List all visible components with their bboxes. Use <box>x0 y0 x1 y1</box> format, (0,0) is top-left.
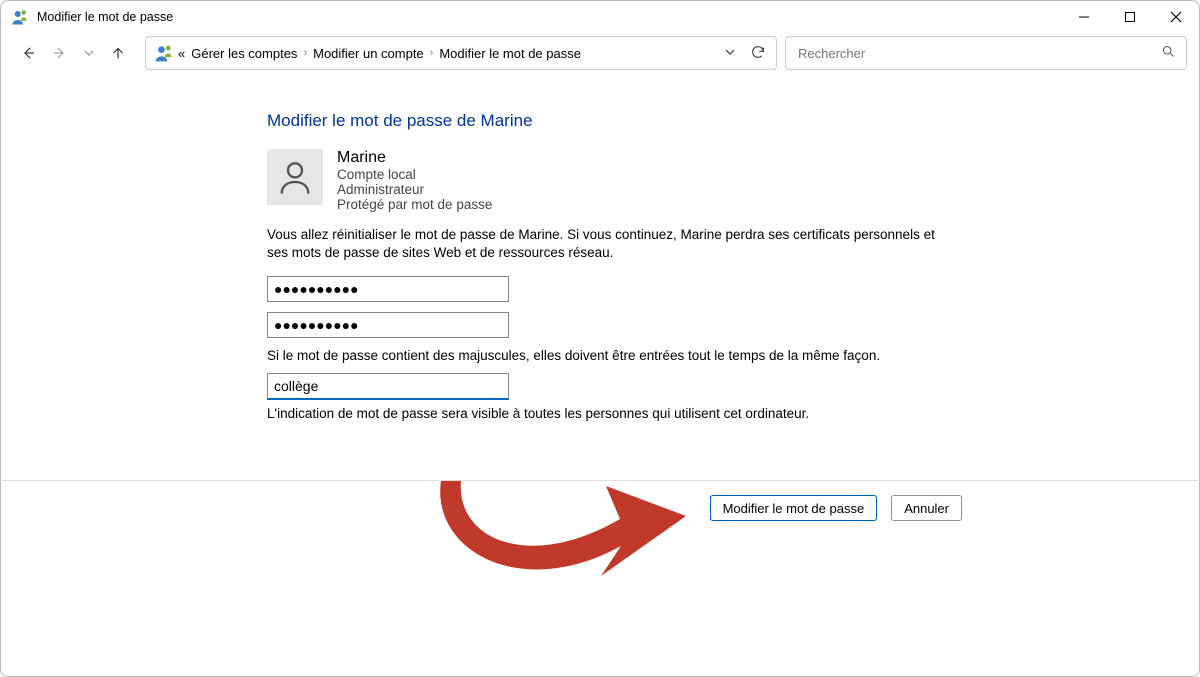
caps-note: Si le mot de passe contient des majuscul… <box>267 348 1199 363</box>
minimize-button[interactable] <box>1061 1 1107 33</box>
account-name: Marine <box>337 149 492 167</box>
nav-arrow-group <box>13 44 137 62</box>
confirm-password-field[interactable] <box>267 312 509 338</box>
forward-button[interactable] <box>51 44 69 62</box>
breadcrumb-item[interactable]: Modifier le mot de passe <box>439 46 581 61</box>
password-hint-field[interactable] <box>267 373 509 400</box>
back-button[interactable] <box>19 44 37 62</box>
account-role: Administrateur <box>337 182 492 197</box>
page-title: Modifier le mot de passe de Marine <box>267 111 1199 131</box>
chevron-right-icon: › <box>303 47 307 59</box>
cancel-button[interactable]: Annuler <box>891 495 962 521</box>
breadcrumb: « Gérer les comptes › Modifier un compte… <box>178 46 581 61</box>
accounts-icon <box>11 8 29 26</box>
address-bar[interactable]: « Gérer les comptes › Modifier un compte… <box>145 36 777 70</box>
maximize-button[interactable] <box>1107 1 1153 33</box>
reset-warning: Vous allez réinitialiser le mot de passe… <box>267 226 957 262</box>
hint-visibility-note: L'indication de mot de passe sera visibl… <box>267 406 1199 421</box>
up-button[interactable] <box>109 44 127 62</box>
search-input[interactable] <box>796 45 1161 62</box>
window-title: Modifier le mot de passe <box>37 10 173 24</box>
breadcrumb-item[interactable]: Modifier un compte <box>313 46 424 61</box>
main-content: Modifier le mot de passe de Marine Marin… <box>1 81 1199 421</box>
account-summary: Marine Compte local Administrateur Proté… <box>267 149 1199 212</box>
window-root: Modifier le mot de passe <box>0 0 1200 677</box>
footer-buttons: Modifier le mot de passe Annuler <box>2 481 1198 521</box>
close-button[interactable] <box>1153 1 1199 33</box>
chevron-right-icon: › <box>430 47 434 59</box>
search-box[interactable] <box>785 36 1187 70</box>
account-protection: Protégé par mot de passe <box>337 197 492 212</box>
window-controls <box>1061 1 1199 33</box>
accounts-icon <box>154 43 174 63</box>
nav-toolbar: « Gérer les comptes › Modifier un compte… <box>1 33 1199 81</box>
titlebar: Modifier le mot de passe <box>1 1 1199 33</box>
change-password-button[interactable]: Modifier le mot de passe <box>710 495 878 521</box>
breadcrumb-prefix: « <box>178 46 185 61</box>
account-type: Compte local <box>337 167 492 182</box>
search-icon[interactable] <box>1161 44 1176 62</box>
breadcrumb-dropdown[interactable] <box>724 45 736 61</box>
recent-dropdown[interactable] <box>83 47 95 59</box>
avatar <box>267 149 323 205</box>
breadcrumb-item[interactable]: Gérer les comptes <box>191 46 297 61</box>
refresh-button[interactable] <box>750 44 766 63</box>
new-password-field[interactable] <box>267 276 509 302</box>
annotation-arrow-icon <box>401 451 721 611</box>
